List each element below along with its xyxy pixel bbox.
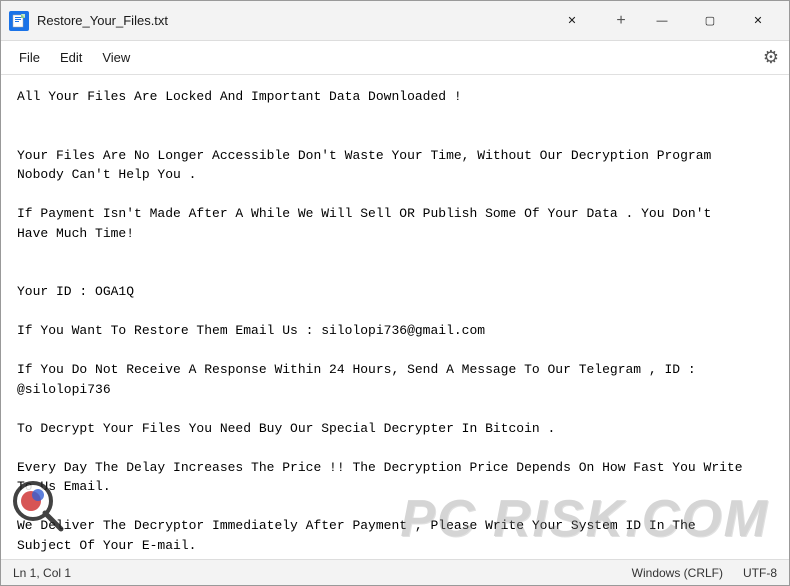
- edit-menu[interactable]: Edit: [50, 46, 92, 69]
- maximize-button[interactable]: ▢: [687, 5, 733, 37]
- settings-icon[interactable]: ⚙: [763, 47, 779, 68]
- file-menu[interactable]: File: [9, 46, 50, 69]
- app-icon: [9, 11, 29, 31]
- content-area: All Your Files Are Locked And Important …: [1, 75, 789, 559]
- window-controls: ✕ + — ▢ ✕: [549, 5, 781, 37]
- minimize-button[interactable]: —: [639, 5, 685, 37]
- window-title: Restore_Your_Files.txt: [37, 13, 549, 28]
- close-button[interactable]: ✕: [735, 5, 781, 37]
- notepad-window: Restore_Your_Files.txt ✕ + — ▢ ✕ File Ed…: [0, 0, 790, 586]
- cursor-position: Ln 1, Col 1: [13, 566, 632, 580]
- menu-bar: File Edit View ⚙: [1, 41, 789, 75]
- status-right: Windows (CRLF) UTF-8: [632, 566, 777, 580]
- title-bar: Restore_Your_Files.txt ✕ + — ▢ ✕: [1, 1, 789, 41]
- status-bar: Ln 1, Col 1 Windows (CRLF) UTF-8: [1, 559, 789, 585]
- view-menu[interactable]: View: [92, 46, 140, 69]
- line-ending[interactable]: Windows (CRLF): [632, 566, 723, 580]
- close-tab-button[interactable]: ✕: [549, 5, 595, 37]
- new-tab-button[interactable]: +: [605, 5, 637, 37]
- charset[interactable]: UTF-8: [743, 566, 777, 580]
- text-editor[interactable]: All Your Files Are Locked And Important …: [1, 75, 789, 559]
